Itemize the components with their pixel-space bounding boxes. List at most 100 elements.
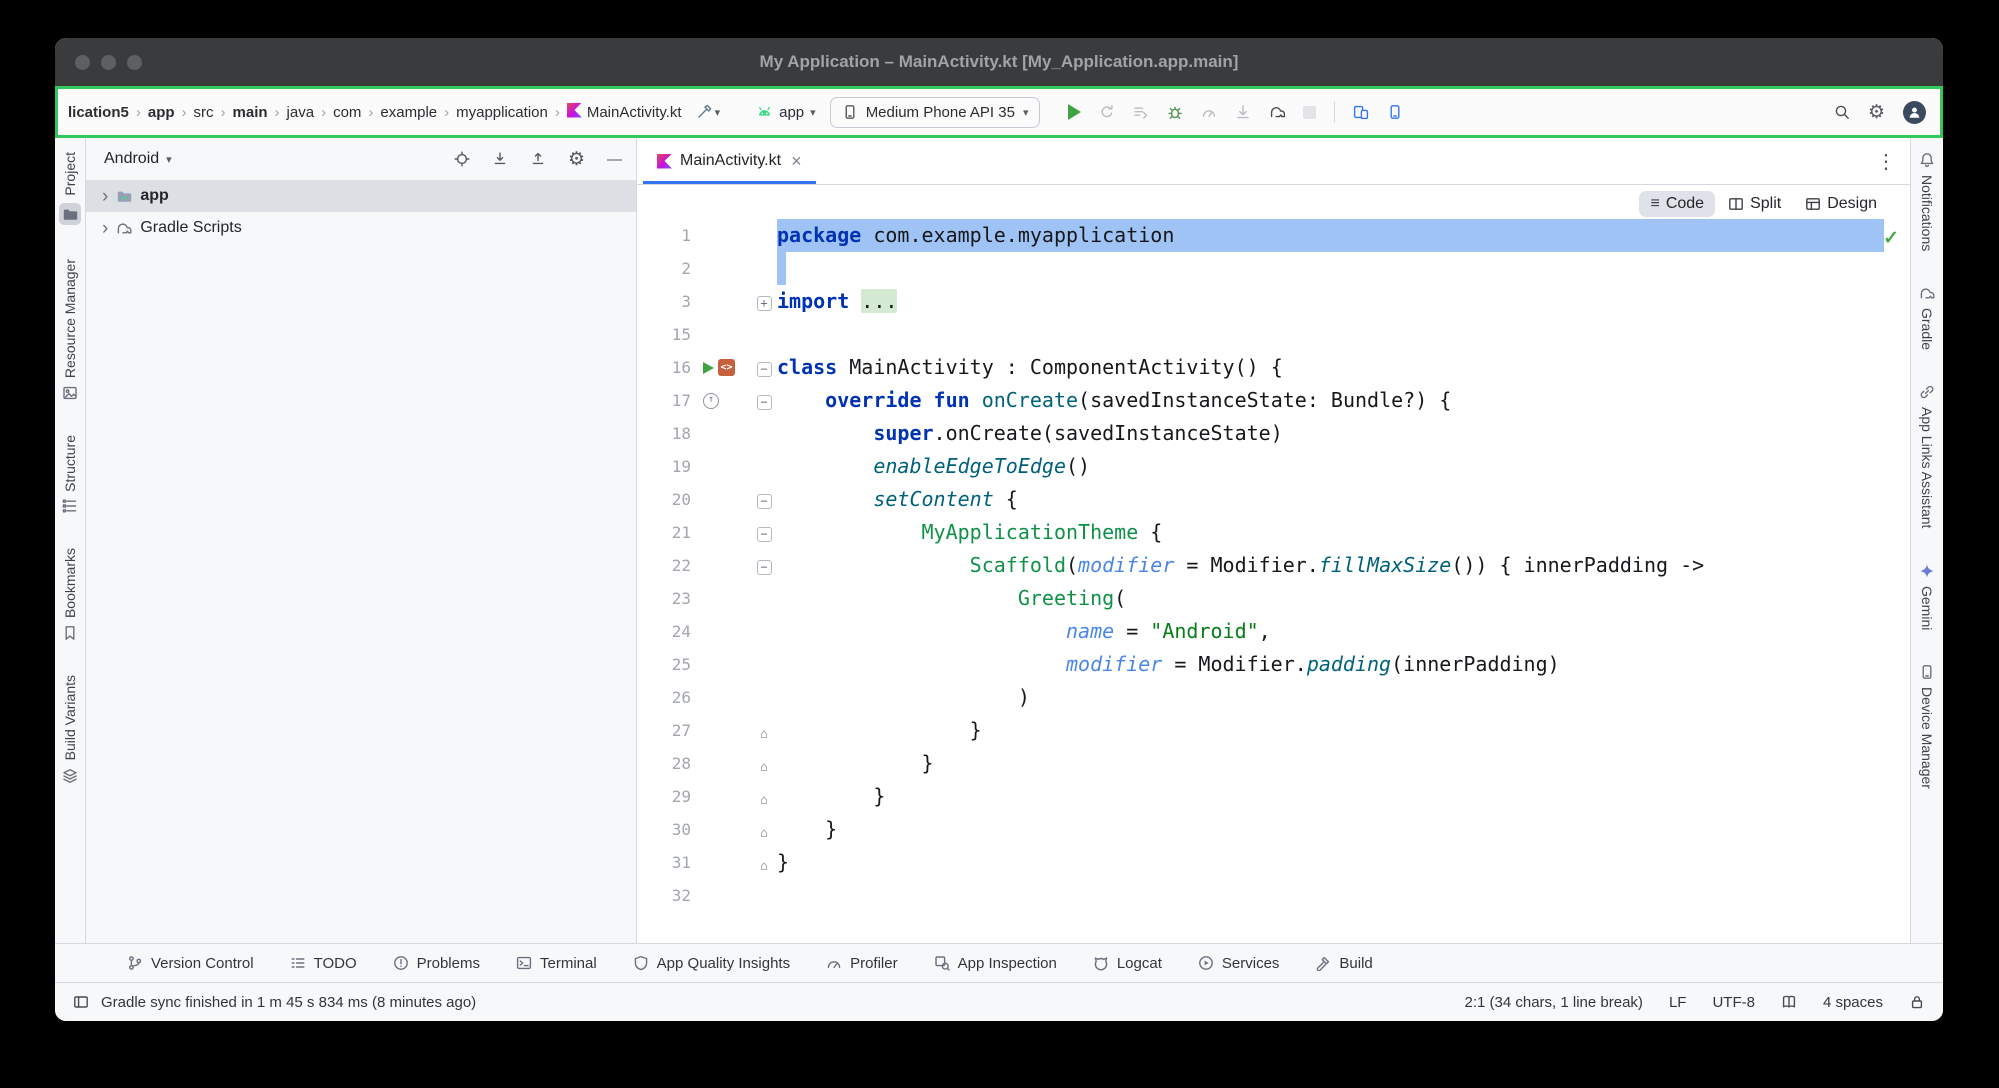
device-selector[interactable]: Medium Phone API 35 ▾ bbox=[830, 97, 1041, 128]
select-opened-file-icon[interactable] bbox=[454, 151, 470, 167]
tool-window-button-todo[interactable]: TODO bbox=[290, 955, 357, 972]
code-line-text[interactable] bbox=[777, 318, 1884, 351]
code-line[interactable]: 19 enableEdgeToEdge() bbox=[637, 450, 1884, 483]
fold-column[interactable]: − bbox=[751, 389, 777, 413]
line-number[interactable]: 31 bbox=[637, 853, 691, 872]
tool-window-button-services[interactable]: Services bbox=[1198, 955, 1280, 972]
breadcrumb-com[interactable]: com bbox=[333, 104, 361, 121]
override-gutter-icon[interactable]: ↑ bbox=[703, 393, 719, 409]
code-line[interactable]: 1 package com.example.myapplication bbox=[637, 219, 1884, 252]
tool-stripe-button-structure[interactable]: Structure bbox=[62, 435, 78, 515]
settings-button[interactable]: ⚙ bbox=[1864, 97, 1889, 128]
fold-column[interactable]: − bbox=[751, 554, 777, 578]
run-button[interactable] bbox=[1064, 100, 1085, 124]
line-number[interactable]: 19 bbox=[637, 457, 691, 476]
code-line[interactable]: 23 Greeting( bbox=[637, 582, 1884, 615]
code-line-text[interactable]: } bbox=[777, 780, 1884, 813]
profile-avatar-button[interactable] bbox=[1899, 97, 1930, 128]
tool-stripe-button-project[interactable]: Project bbox=[59, 152, 81, 225]
tool-window-button-app-quality-insights[interactable]: App Quality Insights bbox=[633, 955, 790, 972]
tool-stripe-button-notifications[interactable]: Notifications bbox=[1919, 152, 1935, 251]
editor-tab-mainactivity[interactable]: MainActivity.kt × bbox=[643, 138, 816, 184]
tool-window-button-logcat[interactable]: Logcat bbox=[1093, 955, 1162, 972]
fold-column[interactable]: ⌂ bbox=[751, 785, 777, 809]
tool-stripe-button-bookmarks[interactable]: Bookmarks bbox=[62, 548, 78, 641]
tool-window-button-profiler[interactable]: Profiler bbox=[826, 955, 898, 972]
apply-changes-button[interactable] bbox=[1095, 100, 1119, 124]
code-line[interactable]: 20− setContent { bbox=[637, 483, 1884, 516]
code-line-text[interactable]: class MainActivity : ComponentActivity()… bbox=[777, 351, 1884, 384]
code-line[interactable]: 27⌂ } bbox=[637, 714, 1884, 747]
debug-button[interactable] bbox=[1163, 100, 1187, 124]
apply-code-changes-button[interactable] bbox=[1129, 100, 1153, 124]
code-line-text[interactable] bbox=[777, 879, 1884, 912]
close-tab-icon[interactable]: × bbox=[791, 151, 802, 172]
line-number[interactable]: 26 bbox=[637, 688, 691, 707]
line-number[interactable]: 3 bbox=[637, 292, 691, 311]
title-bar[interactable]: My Application – MainActivity.kt [My_App… bbox=[55, 38, 1943, 86]
code-line-text[interactable]: Scaffold(modifier = Modifier.fillMaxSize… bbox=[777, 549, 1884, 582]
tool-stripe-button-gemini[interactable]: Gemini bbox=[1919, 563, 1935, 630]
view-design-button[interactable]: Design bbox=[1794, 191, 1888, 217]
fold-marker[interactable]: + bbox=[757, 296, 772, 311]
line-separator-widget[interactable]: LF bbox=[1669, 994, 1687, 1011]
device-mirroring-button[interactable] bbox=[1349, 100, 1373, 124]
fold-column[interactable]: − bbox=[751, 356, 777, 380]
line-number[interactable]: 27 bbox=[637, 721, 691, 740]
line-number[interactable]: 28 bbox=[637, 754, 691, 773]
tool-window-button-problems[interactable]: Problems bbox=[393, 955, 480, 972]
tool-stripe-button-build-variants[interactable]: Build Variants bbox=[62, 675, 78, 783]
code-line[interactable]: 26 ) bbox=[637, 681, 1884, 714]
code-line[interactable]: 24 name = "Android", bbox=[637, 615, 1884, 648]
fold-end-marker[interactable]: ⌂ bbox=[760, 826, 768, 841]
fold-end-marker[interactable]: ⌂ bbox=[760, 859, 768, 874]
indent-widget[interactable]: 4 spaces bbox=[1823, 994, 1883, 1011]
code-line[interactable]: 15 bbox=[637, 318, 1884, 351]
code-line[interactable]: 25 modifier = Modifier.padding(innerPadd… bbox=[637, 648, 1884, 681]
code-line-text[interactable]: ) bbox=[777, 681, 1884, 714]
breadcrumb-myapplication[interactable]: myapplication bbox=[456, 104, 548, 121]
run-configuration-selector[interactable]: app ▾ bbox=[752, 100, 820, 125]
tool-stripe-button-device-manager[interactable]: Device Manager bbox=[1919, 664, 1935, 789]
inspections-ok-icon[interactable]: ✓ bbox=[1883, 227, 1899, 250]
code-line-text[interactable]: modifier = Modifier.padding(innerPadding… bbox=[777, 648, 1884, 681]
fold-end-marker[interactable]: ⌂ bbox=[760, 760, 768, 775]
close-window-button[interactable] bbox=[75, 55, 90, 70]
line-number[interactable]: 18 bbox=[637, 424, 691, 443]
code-line[interactable]: 32 bbox=[637, 879, 1884, 912]
line-number[interactable]: 24 bbox=[637, 622, 691, 641]
status-message[interactable]: Gradle sync finished in 1 m 45 s 834 ms … bbox=[101, 994, 476, 1011]
tool-stripe-button-resource-manager[interactable]: Resource Manager bbox=[62, 259, 78, 401]
code-line-text[interactable]: super.onCreate(savedInstanceState) bbox=[777, 417, 1884, 450]
search-everywhere-button[interactable] bbox=[1830, 100, 1854, 124]
sync-gradle-button[interactable] bbox=[1265, 100, 1289, 124]
fold-column[interactable]: ⌂ bbox=[751, 851, 777, 875]
line-number[interactable]: 25 bbox=[637, 655, 691, 674]
fold-column[interactable]: ⌂ bbox=[751, 818, 777, 842]
line-number[interactable]: 16 bbox=[637, 358, 691, 377]
code-area[interactable]: 1package com.example.myapplication23+imp… bbox=[637, 185, 1884, 943]
tree-item-gradle-scripts[interactable]: ›Gradle Scripts bbox=[86, 212, 636, 244]
code-line-text[interactable]: package com.example.myapplication bbox=[777, 219, 1884, 252]
code-line[interactable]: 17↑− override fun onCreate(savedInstance… bbox=[637, 384, 1884, 417]
code-line-text[interactable]: name = "Android", bbox=[777, 615, 1884, 648]
breadcrumb-src[interactable]: src bbox=[194, 104, 214, 121]
fold-column[interactable]: − bbox=[751, 488, 777, 512]
zoom-window-button[interactable] bbox=[127, 55, 142, 70]
code-line[interactable]: 30⌂ } bbox=[637, 813, 1884, 846]
panel-options-icon[interactable]: ⚙ bbox=[568, 148, 585, 171]
code-line-text[interactable]: enableEdgeToEdge() bbox=[777, 450, 1884, 483]
encoding-widget[interactable]: UTF-8 bbox=[1712, 994, 1755, 1011]
fold-end-marker[interactable]: ⌂ bbox=[760, 793, 768, 808]
line-number[interactable]: 2 bbox=[637, 259, 691, 278]
code-line-text[interactable]: } bbox=[777, 747, 1884, 780]
code-line[interactable]: 2 bbox=[637, 252, 1884, 285]
caret-position-widget[interactable]: 2:1 (34 chars, 1 line break) bbox=[1465, 994, 1643, 1011]
minimize-window-button[interactable] bbox=[101, 55, 116, 70]
attach-debugger-button[interactable] bbox=[1231, 100, 1255, 124]
tool-window-button-terminal[interactable]: Terminal bbox=[516, 955, 597, 972]
line-number[interactable]: 1 bbox=[637, 226, 691, 245]
line-number[interactable]: 15 bbox=[637, 325, 691, 344]
breadcrumb-mainactivity-kt[interactable]: MainActivity.kt bbox=[567, 103, 682, 122]
hide-panel-icon[interactable]: — bbox=[607, 151, 622, 168]
